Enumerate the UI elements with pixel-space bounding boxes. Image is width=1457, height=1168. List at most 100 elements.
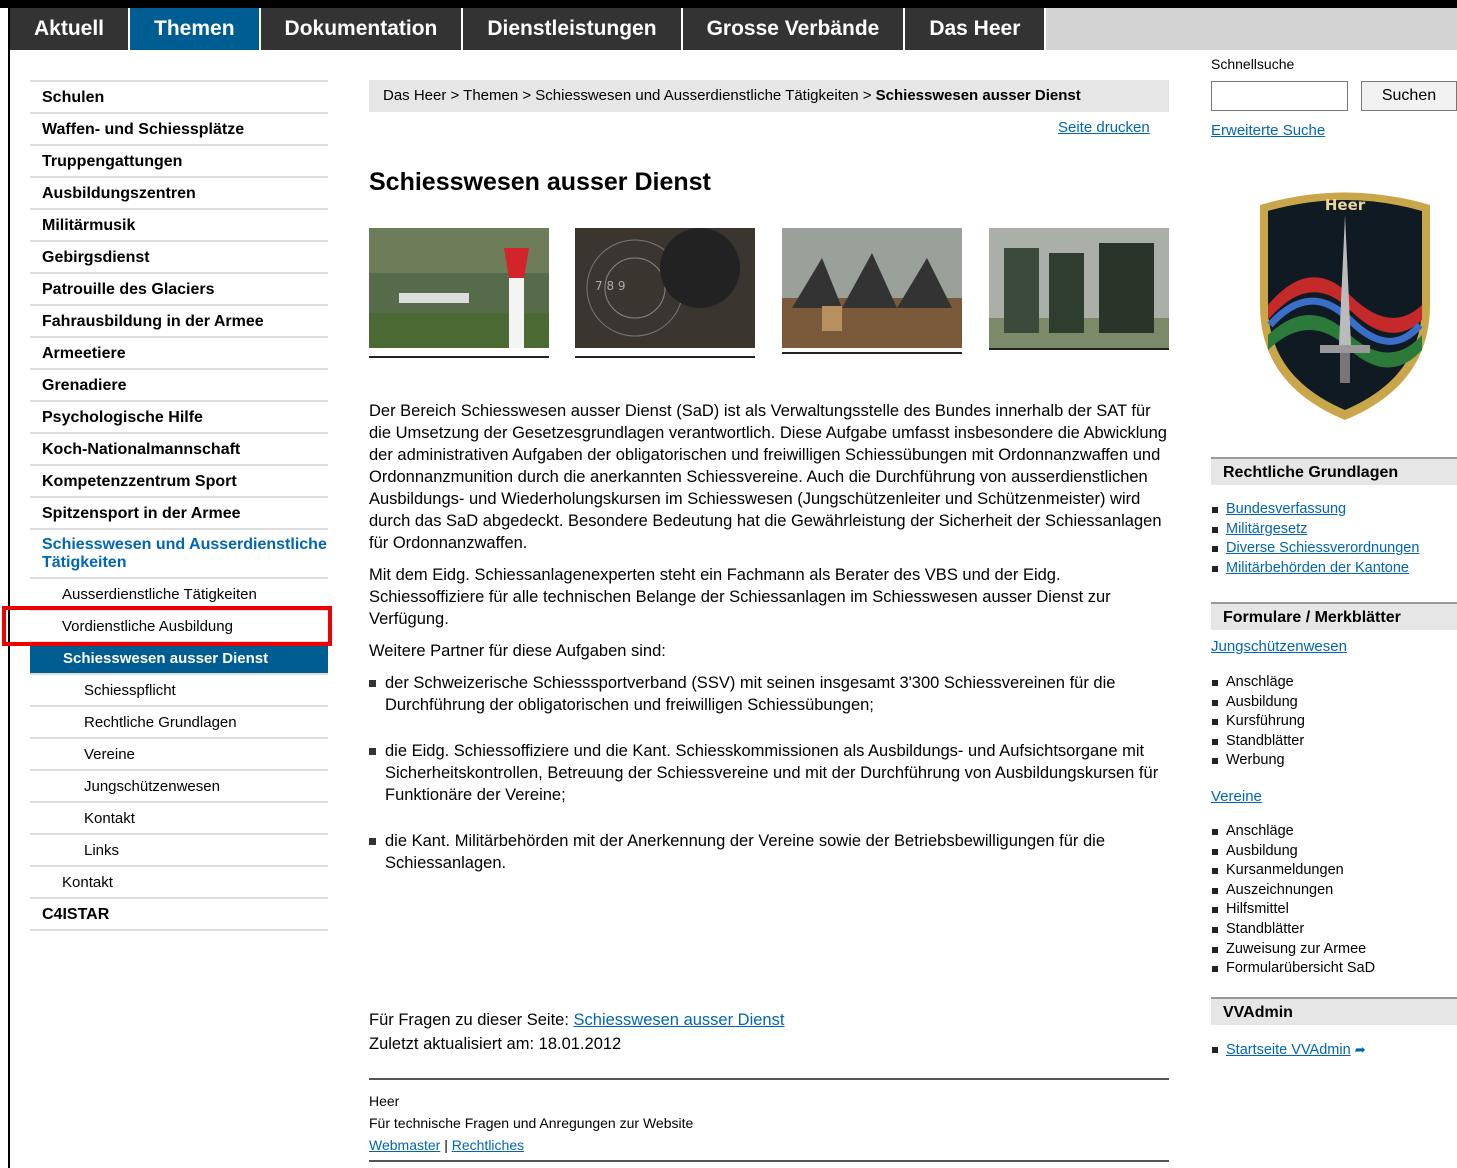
link-schiessverordnungen[interactable]: Diverse Schiessverordnungen [1226,540,1419,556]
section-vvadmin: VVAdmin [1211,997,1457,1025]
thumbnail-divider [782,352,962,354]
breadcrumb-path[interactable]: Das Heer > Themen > Schiesswesen und Aus… [383,87,876,104]
page-contact: Für Fragen zu dieser Seite: Schiesswesen… [369,1008,784,1056]
list-item[interactable]: Standblätter [1211,920,1375,940]
thumbnail-shooting-range[interactable] [989,228,1169,348]
breadcrumb: Das Heer > Themen > Schiesswesen und Aus… [369,80,1169,112]
sidebar-item-ausbildungszentren[interactable]: Ausbildungszentren [30,176,328,208]
tab-grosse-verbaende[interactable]: Grosse Verbände [682,8,906,50]
sidebar-item-militaermusik[interactable]: Militärmusik [30,208,328,240]
sidebar-item-spitzensport[interactable]: Spitzensport in der Armee [30,496,328,528]
list-item[interactable]: Anschläge [1211,673,1305,693]
external-link-icon: ➦ [1354,1042,1366,1057]
link-militaergesetz[interactable]: Militärgesetz [1226,521,1307,537]
heer-badge-logo: Heer [1260,192,1430,420]
section-formulare: Formulare / Merkblätter [1211,602,1457,630]
link-militaerbehoerden[interactable]: Militärbehörden der Kantone [1226,560,1409,576]
sidebar-item-vereine[interactable]: Vereine [30,737,328,769]
partner-list: der Schweizerische Schiesssportverband (… [369,672,1169,874]
list-item: die Kant. Militärbehörden mit der Anerke… [369,830,1169,874]
sidebar-item-truppengattungen[interactable]: Truppengattungen [30,144,328,176]
vereine-items: Anschläge Ausbildung Kursanmeldungen Aus… [1211,822,1375,979]
sidebar-item-waffenplaetze[interactable]: Waffen- und Schiessplätze [30,112,328,144]
tab-dokumentation[interactable]: Dokumentation [260,8,464,50]
list-item[interactable]: Kursführung [1211,712,1305,732]
page-title: Schiesswesen ausser Dienst [369,168,711,196]
top-navigation: Aktuell Themen Dokumentation Dienstleist… [10,8,1457,50]
list-item[interactable]: Standblätter [1211,732,1305,752]
print-link[interactable]: Seite drucken [1058,119,1150,136]
list-item[interactable]: Zuweisung zur Armee [1211,940,1375,960]
tab-das-heer[interactable]: Das Heer [905,8,1047,50]
sidebar-item-links[interactable]: Links [30,833,328,865]
list-item: der Schweizerische Schiesssportverband (… [369,672,1169,716]
list-item: die Eidg. Schiessoffiziere und die Kant.… [369,740,1169,806]
legal-link[interactable]: Rechtliches [452,1137,524,1153]
svg-text:7 8 9: 7 8 9 [595,279,626,293]
sidebar-item-jungschuetzenwesen[interactable]: Jungschützenwesen [30,769,328,801]
sidebar-item-patrouille[interactable]: Patrouille des Glaciers [30,272,328,304]
last-updated: Zuletzt aktualisiert am: 18.01.2012 [369,1035,622,1053]
left-navigation: Schulen Waffen- und Schiessplätze Truppe… [30,80,328,931]
search-input[interactable] [1211,81,1348,111]
sidebar-item-schiesspflicht[interactable]: Schiesspflicht [30,673,328,705]
thumbnail-shooters-prone[interactable] [782,228,962,348]
list-item[interactable]: Werbung [1211,751,1305,771]
footer-note: Für technische Fragen und Anregungen zur… [369,1115,694,1131]
list-item[interactable]: Ausbildung [1211,693,1305,713]
sidebar-item-psychologische-hilfe[interactable]: Psychologische Hilfe [30,400,328,432]
link-bundesverfassung[interactable]: Bundesverfassung [1226,501,1346,517]
list-item[interactable]: Ausbildung [1211,842,1375,862]
sidebar-item-kontakt[interactable]: Kontakt [30,865,328,897]
expert-paragraph: Mit dem Eidg. Schiessanlagenexperten ste… [369,566,1111,628]
thumbnail-divider [575,356,755,358]
contact-prefix: Für Fragen zu dieser Seite: [369,1011,574,1029]
link-jungschuetzenwesen[interactable]: Jungschützenwesen [1211,638,1347,655]
tab-aktuell[interactable]: Aktuell [10,8,131,50]
selection-highlight [2,606,332,646]
link-startseite-vvadmin[interactable]: Startseite VVAdmin [1226,1042,1351,1058]
sidebar-item-sport[interactable]: Kompetenzzentrum Sport [30,464,328,496]
search-button[interactable]: Suchen [1361,81,1457,111]
thumbnail-divider [989,348,1169,350]
rechtliche-links: Bundesverfassung Militärgesetz Diverse S… [1211,500,1419,578]
sidebar-item-kontakt-sub[interactable]: Kontakt [30,801,328,833]
vvadmin-links: Startseite VVAdmin ➦ [1211,1040,1366,1061]
sidebar-item-rechtliche-grundlagen[interactable]: Rechtliche Grundlagen [30,705,328,737]
contact-link[interactable]: Schiesswesen ausser Dienst [574,1011,785,1029]
sidebar-item-ausserdienstliche[interactable]: Ausserdienstliche Tätigkeiten [30,577,328,609]
search-label: Schnellsuche [1211,56,1295,72]
section-rechtliche-grundlagen: Rechtliche Grundlagen [1211,457,1457,485]
advanced-search-link[interactable]: Erweiterte Suche [1211,122,1325,139]
sidebar-item-gebirgsdienst[interactable]: Gebirgsdienst [30,240,328,272]
sidebar-item-koch[interactable]: Koch-Nationalmannschaft [30,432,328,464]
footer-org: Heer [369,1093,400,1109]
sidebar-item-schulen[interactable]: Schulen [30,80,328,112]
tab-themen[interactable]: Themen [130,8,261,50]
list-item[interactable]: Kursanmeldungen [1211,861,1375,881]
footer-separator: | [440,1137,452,1153]
tab-dienstleistungen[interactable]: Dienstleistungen [463,8,683,50]
jungschuetzen-items: Anschläge Ausbildung Kursführung Standbl… [1211,673,1305,771]
sidebar-item-c4istar[interactable]: C4ISTAR [30,897,328,931]
list-item[interactable]: Anschläge [1211,822,1375,842]
webmaster-link[interactable]: Webmaster [369,1137,440,1153]
breadcrumb-current: Schiesswesen ausser Dienst [875,87,1081,104]
footer-divider [369,1078,1169,1080]
sidebar-item-grenadiere[interactable]: Grenadiere [30,368,328,400]
footer-divider [369,1160,1169,1162]
sidebar-item-schiesswesen[interactable]: Schiesswesen und Ausserdienstliche Tätig… [30,528,328,577]
sidebar-item-armeetiere[interactable]: Armeetiere [30,336,328,368]
partners-paragraph: Weitere Partner für diese Aufgaben sind: [369,642,666,660]
sidebar-item-fahrausbildung[interactable]: Fahrausbildung in der Armee [30,304,328,336]
thumbnail-divider [369,356,549,358]
list-item[interactable]: Hilfsmittel [1211,900,1375,920]
footer: Heer Für technische Fragen und Anregunge… [369,1090,693,1156]
main-content: Der Bereich Schiesswesen ausser Dienst (… [369,400,1169,898]
link-vereine[interactable]: Vereine [1211,788,1262,805]
thumbnail-target-flag[interactable] [369,228,549,348]
thumbnail-scoring-target[interactable]: 7 8 9 [575,228,755,348]
list-item[interactable]: Formularübersicht SaD [1211,959,1375,979]
list-item[interactable]: Auszeichnungen [1211,881,1375,901]
badge-text: Heer [1325,196,1366,214]
